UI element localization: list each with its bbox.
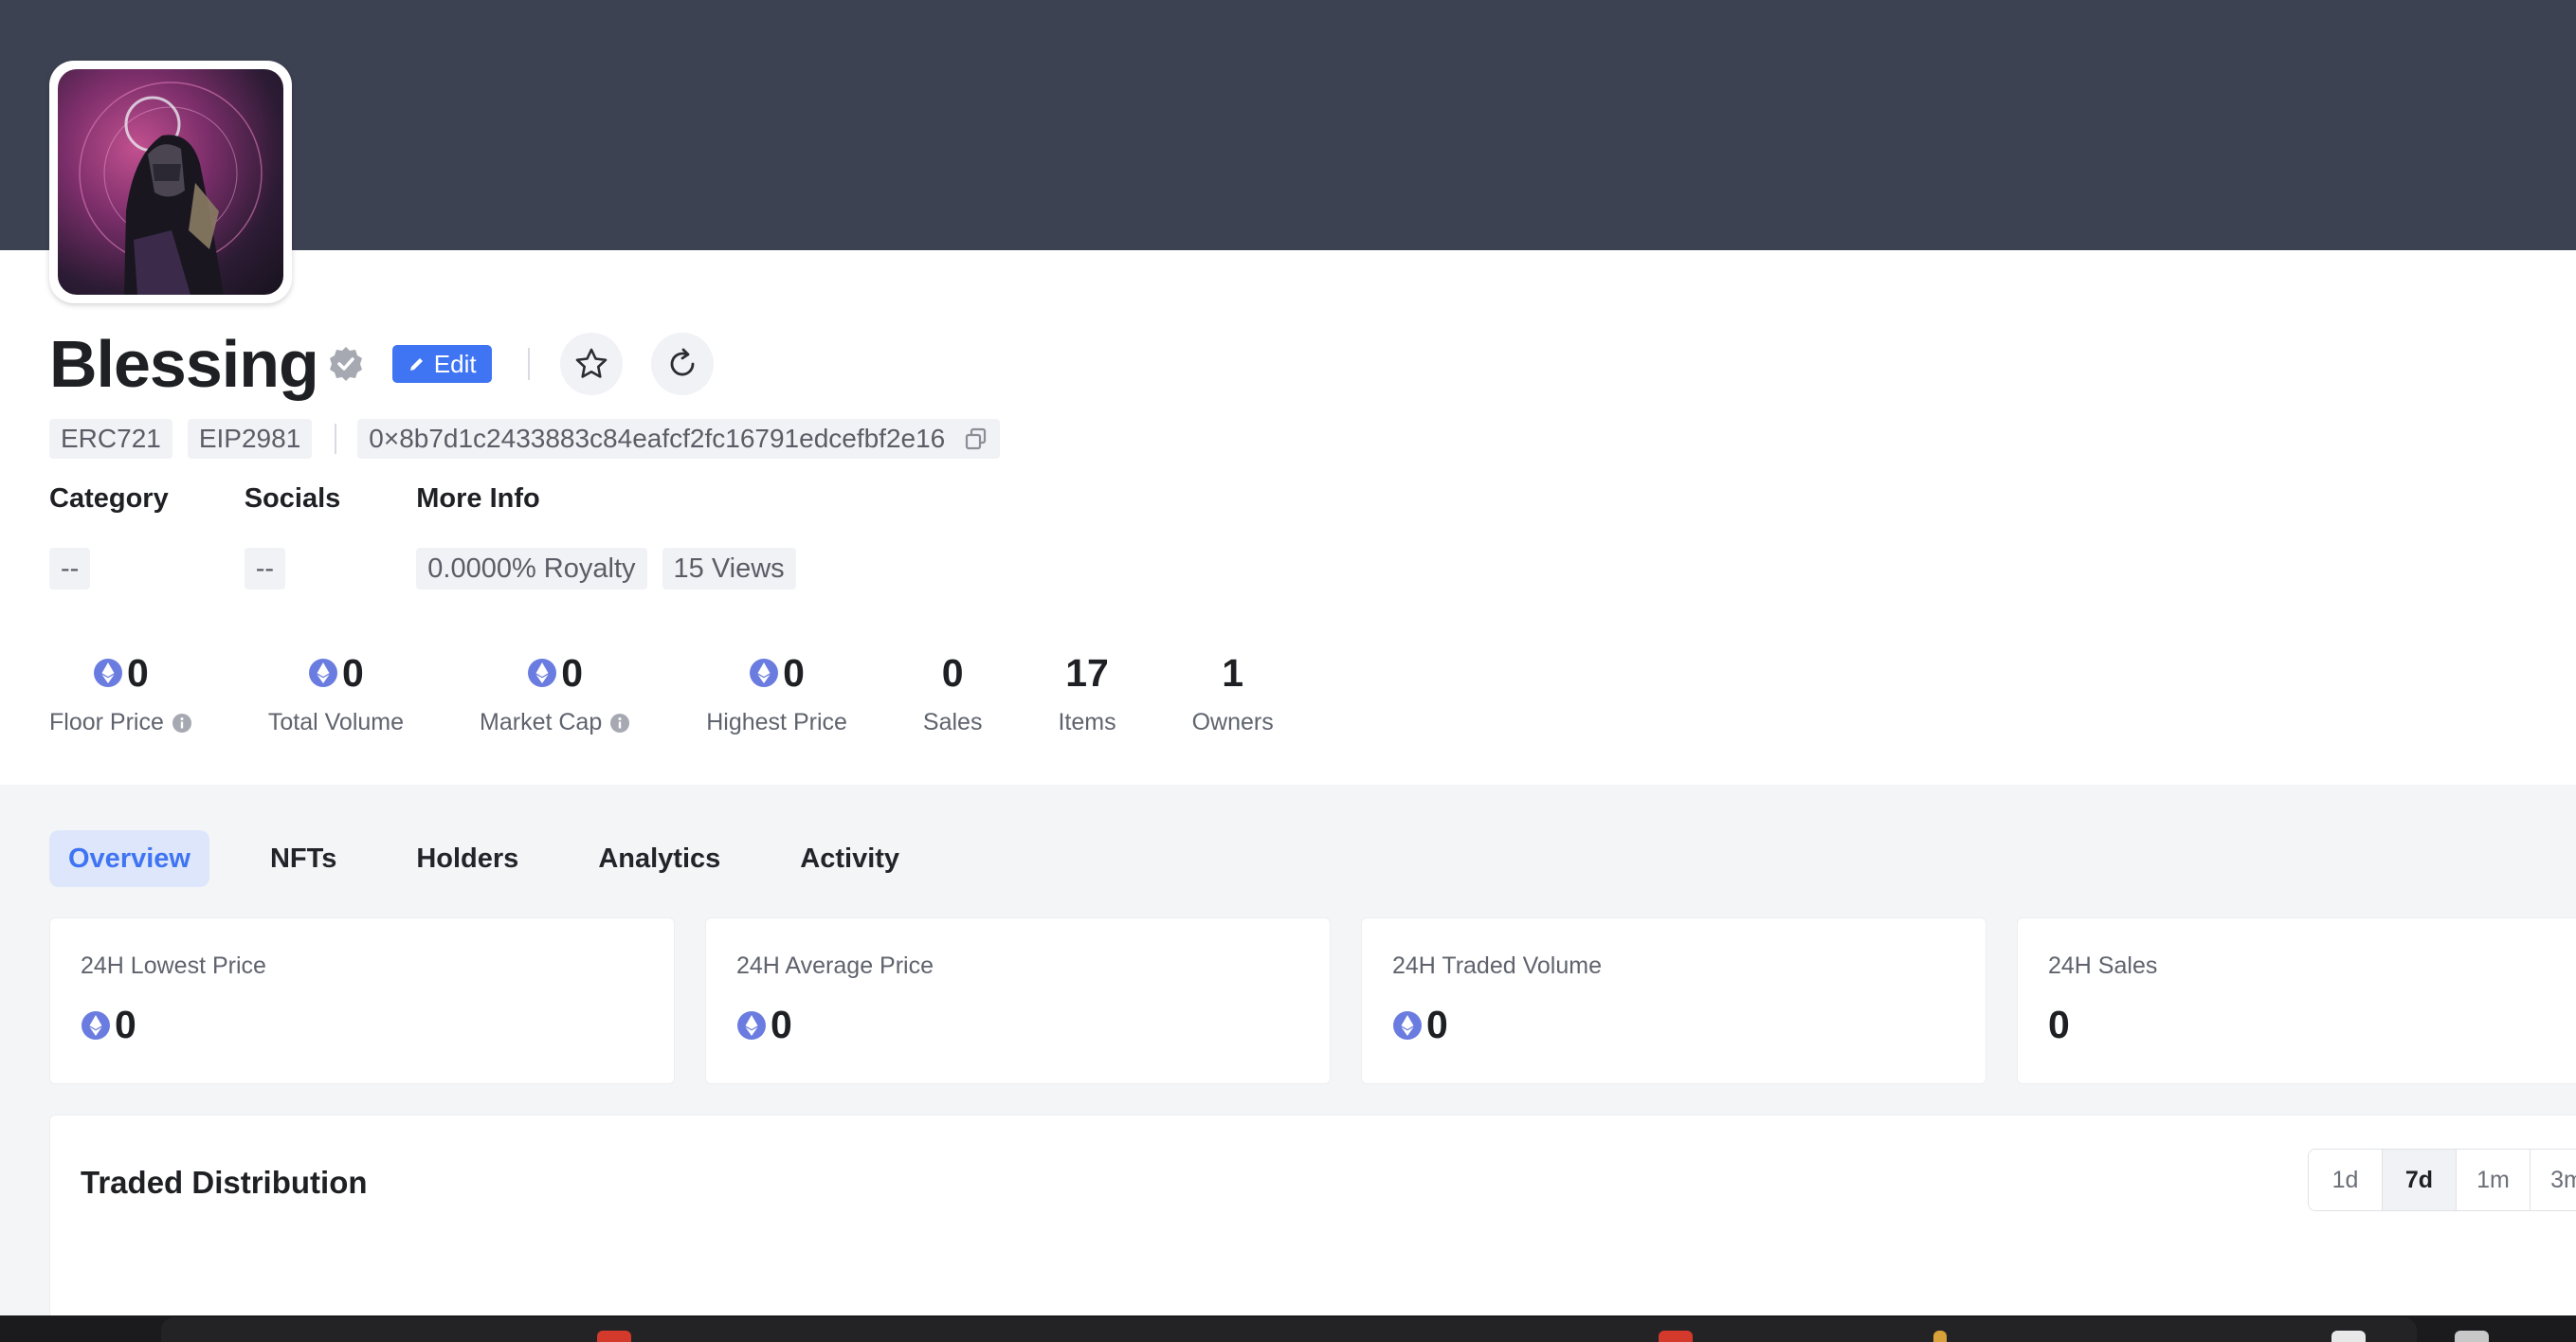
- stat-label: Highest Price: [706, 709, 847, 735]
- views-chip: 15 Views: [662, 548, 796, 589]
- overview-cards: 24H Lowest Price 0 24H Average Price 0 2…: [49, 917, 2576, 1084]
- dock-app-icon[interactable]: [597, 1331, 631, 1342]
- eth-icon: [737, 1010, 766, 1040]
- refresh-icon: [670, 348, 694, 376]
- range-7d-button[interactable]: 7d: [2383, 1150, 2457, 1210]
- contract-tags-row: ERC721 EIP2981 0×8b7d1c2433883c84eafcf2f…: [49, 419, 1001, 459]
- stat-value: 0: [561, 650, 584, 695]
- contract-address[interactable]: 0×8b7d1c2433883c84eafcf2fc16791edcefbf2e…: [357, 419, 1001, 459]
- stat-label: Owners: [1191, 709, 1274, 735]
- stat-market-cap: 0 Market Cap: [480, 644, 630, 736]
- tab-holders[interactable]: Holders: [397, 830, 537, 887]
- edit-button-label: Edit: [433, 349, 477, 378]
- eth-icon: [750, 659, 779, 687]
- stat-value: 0: [783, 650, 805, 695]
- card-24h-sales: 24H Sales 0: [2017, 917, 2576, 1084]
- category-label: Category: [49, 483, 169, 514]
- card-label: 24H Average Price: [736, 952, 934, 979]
- standard-tag: EIP2981: [187, 419, 313, 459]
- stat-sales: 0 Sales: [923, 644, 983, 736]
- range-1d-button[interactable]: 1d: [2309, 1150, 2383, 1210]
- info-icon[interactable]: [172, 713, 192, 734]
- tab-overview[interactable]: Overview: [49, 830, 209, 887]
- tab-activity[interactable]: Activity: [781, 830, 918, 887]
- dock-app-icon[interactable]: [1659, 1331, 1693, 1342]
- socials-section: Socials --: [244, 483, 341, 589]
- dock-app-icon[interactable]: [2455, 1331, 2489, 1342]
- category-value: --: [49, 548, 91, 589]
- socials-label: Socials: [244, 483, 341, 514]
- stat-owners: 1 Owners: [1192, 644, 1274, 736]
- verified-badge-icon: [326, 344, 366, 384]
- stat-value: 1: [1222, 650, 1244, 695]
- collection-name: Blessing: [49, 327, 319, 401]
- collection-tabs: Overview NFTs Holders Analytics Activity: [49, 830, 949, 887]
- stat-floor-price: 0 Floor Price: [49, 644, 192, 736]
- collection-title-row: Blessing Edit: [49, 322, 714, 406]
- pencil-icon: [409, 358, 423, 371]
- card-value: 0: [1426, 1003, 1448, 1046]
- more-info-label: More Info: [416, 483, 540, 514]
- stat-label: Total Volume: [267, 709, 405, 735]
- card-value: 0: [115, 1003, 136, 1046]
- range-3m-button[interactable]: 3m: [2531, 1150, 2576, 1210]
- star-icon: [575, 348, 607, 378]
- dock-shelf: [161, 1317, 2417, 1342]
- standard-tag: ERC721: [49, 419, 172, 459]
- stat-value: 0: [127, 650, 149, 695]
- tags-divider: [335, 424, 337, 454]
- dock-app-icon[interactable]: [1933, 1331, 1947, 1342]
- card-24h-lowest-price: 24H Lowest Price 0: [49, 917, 675, 1084]
- tab-nfts[interactable]: NFTs: [251, 830, 355, 887]
- avatar-artwork: [58, 69, 283, 295]
- card-value: 0: [2048, 1003, 2070, 1046]
- stat-value: 17: [1065, 650, 1109, 695]
- eth-icon: [82, 1010, 110, 1040]
- info-icon[interactable]: [609, 713, 630, 734]
- collection-meta: Category -- Socials -- More Info 0.0000%…: [49, 483, 887, 589]
- contract-address-text: 0×8b7d1c2433883c84eafcf2fc16791edcefbf2e…: [369, 424, 946, 453]
- eth-icon: [528, 659, 557, 687]
- card-value: 0: [771, 1003, 792, 1046]
- collection-stats: 0 Floor Price 0 Total Volume 0 Market Ca…: [49, 644, 1350, 736]
- title-divider: [527, 348, 530, 380]
- traded-distribution-title: Traded Distribution: [81, 1165, 368, 1200]
- favorite-button[interactable]: [559, 333, 623, 395]
- category-section: Category --: [49, 483, 169, 589]
- more-info-section: More Info 0.0000% Royalty 15 Views: [416, 483, 810, 589]
- stat-value: 0: [342, 650, 364, 695]
- royalty-chip: 0.0000% Royalty: [416, 548, 647, 589]
- collection-avatar[interactable]: [49, 61, 292, 303]
- card-label: 24H Traded Volume: [1392, 952, 1602, 979]
- eth-icon: [1393, 1010, 1422, 1040]
- traded-distribution-panel: Traded Distribution 1d 7d 1m 3m: [49, 1115, 2576, 1342]
- card-label: 24H Lowest Price: [81, 952, 266, 979]
- card-label: 24H Sales: [2048, 952, 2158, 979]
- stat-items: 17 Items: [1058, 644, 1116, 736]
- tab-analytics[interactable]: Analytics: [579, 830, 739, 887]
- copy-icon[interactable]: [964, 426, 989, 451]
- stat-label: Floor Price: [49, 709, 164, 735]
- socials-value: --: [244, 548, 286, 589]
- dock-app-icon[interactable]: [2331, 1331, 2366, 1342]
- time-range-selector: 1d 7d 1m 3m: [2308, 1149, 2576, 1211]
- stat-label: Market Cap: [480, 709, 603, 735]
- range-1m-button[interactable]: 1m: [2457, 1150, 2531, 1210]
- stat-value: 0: [941, 650, 964, 695]
- card-24h-traded-volume: 24H Traded Volume 0: [1361, 917, 1986, 1084]
- eth-icon: [309, 659, 338, 687]
- edit-button[interactable]: Edit: [391, 345, 492, 383]
- card-24h-average-price: 24H Average Price 0: [705, 917, 1331, 1084]
- stat-label: Sales: [922, 709, 983, 735]
- stat-label: Items: [1058, 709, 1116, 735]
- stat-total-volume: 0 Total Volume: [268, 644, 404, 736]
- eth-icon: [94, 659, 123, 687]
- collection-banner: [0, 0, 2576, 250]
- refresh-button[interactable]: [650, 333, 714, 395]
- avatar-figure-image: [79, 82, 263, 295]
- stat-highest-price: 0 Highest Price: [706, 644, 847, 736]
